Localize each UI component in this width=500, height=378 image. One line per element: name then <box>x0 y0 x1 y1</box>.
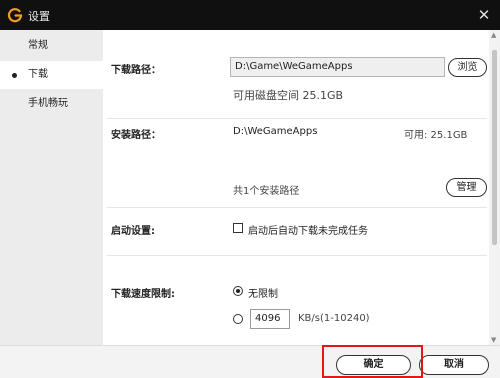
install-path-label: 安装路径： <box>111 130 161 141</box>
sidebar-item-download[interactable]: 下载 <box>0 61 103 89</box>
speed-unit-label: KB/s(1-10240) <box>298 313 370 324</box>
auto-download-label: 启动后自动下载未完成任务 <box>248 226 368 237</box>
scroll-down-icon[interactable]: ▼ <box>491 336 496 344</box>
title-bar: 设置 ✕ <box>0 0 500 30</box>
install-free-space: 可用: 25.1GB <box>404 130 468 141</box>
dialog-footer: 确定 取消 <box>0 345 500 378</box>
sidebar-item-label: 常规 <box>28 40 48 51</box>
selected-dot-icon <box>12 73 17 78</box>
sidebar-item-label: 手机畅玩 <box>28 98 68 109</box>
download-path-label: 下载路径： <box>111 65 161 76</box>
unlimited-label: 无限制 <box>248 289 278 300</box>
scrollbar[interactable]: ▲ ▼ <box>489 30 500 345</box>
sidebar: 常规 下载 手机畅玩 <box>0 30 103 345</box>
download-free-space: 可用磁盘空间 25.1GB <box>233 89 344 102</box>
install-path-value: D:\WeGameApps <box>233 126 318 137</box>
wegame-logo-icon <box>7 8 23 23</box>
speed-limit-label: 下载速度限制: <box>111 289 175 300</box>
sidebar-item-general[interactable]: 常规 <box>0 32 103 60</box>
divider <box>107 255 487 256</box>
sidebar-item-mobile-play[interactable]: 手机畅玩 <box>0 90 103 118</box>
cancel-button[interactable]: 取消 <box>419 355 489 375</box>
limit-radio[interactable] <box>233 314 243 324</box>
install-path-count: 共1个安装路径 <box>233 186 300 197</box>
sidebar-item-label: 下载 <box>28 69 48 80</box>
browse-button[interactable]: 浏览 <box>448 58 487 77</box>
highlight-box <box>322 345 423 378</box>
close-icon[interactable]: ✕ <box>472 3 496 27</box>
auto-download-checkbox[interactable] <box>233 223 243 233</box>
download-path-field[interactable]: D:\Game\WeGameApps <box>230 57 445 77</box>
speed-limit-input[interactable]: 4096 <box>250 309 290 329</box>
window-title: 设置 <box>28 10 50 23</box>
unlimited-radio[interactable] <box>233 286 243 296</box>
divider <box>107 118 487 119</box>
manage-button[interactable]: 管理 <box>446 178 487 197</box>
divider <box>107 207 487 208</box>
scroll-up-icon[interactable]: ▲ <box>491 31 496 39</box>
scroll-thumb[interactable] <box>492 50 497 245</box>
settings-content: 下载路径： D:\Game\WeGameApps 浏览 可用磁盘空间 25.1G… <box>103 30 489 345</box>
startup-settings-label: 启动设置: <box>111 226 155 237</box>
